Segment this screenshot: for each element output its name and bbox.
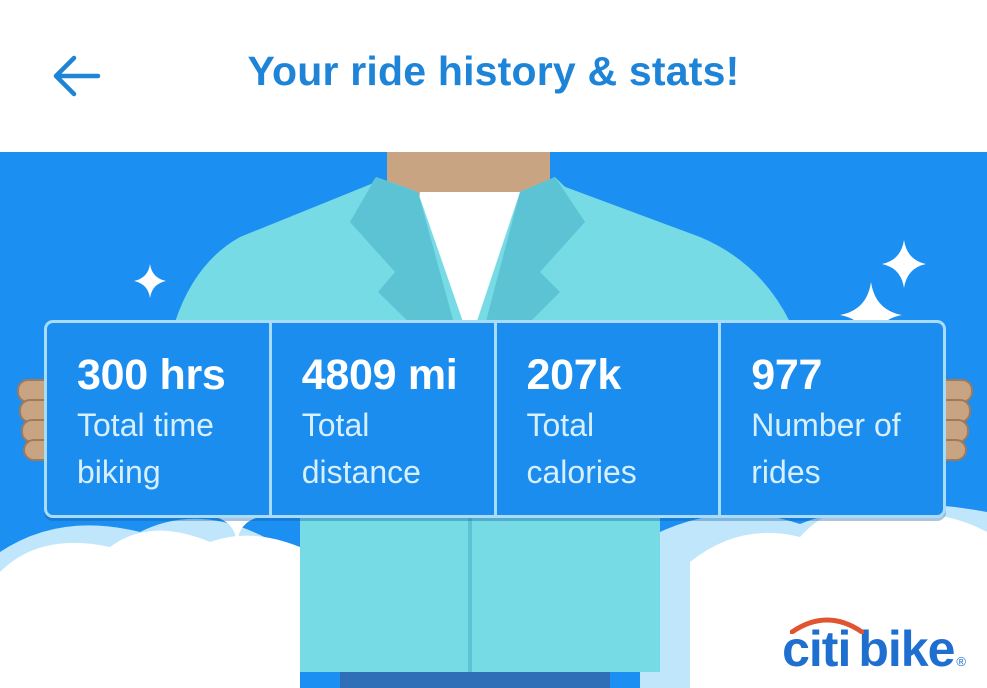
- citibike-logo: citi bike ®: [782, 617, 966, 677]
- stat-card-rides: 977 Number of rides: [718, 323, 943, 515]
- sparkle-icon: [882, 240, 926, 288]
- stat-value: 4809 mi: [301, 351, 458, 399]
- hero-illustration: 300 hrs Total time biking 4809 mi Total …: [0, 152, 987, 688]
- registered-mark: ®: [956, 654, 966, 669]
- stat-label: Total distance: [301, 407, 421, 490]
- stats-board: 300 hrs Total time biking 4809 mi Total …: [44, 320, 946, 518]
- stat-value: 977: [751, 351, 823, 399]
- stat-card-calories: 207k Total calories: [493, 323, 719, 515]
- stat-card-distance: 4809 mi Total distance: [268, 323, 494, 515]
- stat-card-time: 300 hrs Total time biking: [47, 323, 269, 515]
- logo-bike: bike: [858, 621, 955, 677]
- logo-arc-icon: [790, 617, 865, 634]
- stat-value: 300 hrs: [77, 351, 226, 399]
- stat-label: Total calories: [526, 407, 637, 490]
- page-title: Your ride history & stats!: [247, 48, 740, 94]
- sparkle-icon: [134, 264, 166, 298]
- app-header: Your ride history & stats!: [0, 0, 987, 152]
- stat-value: 207k: [526, 351, 622, 399]
- stat-label: Total time biking: [77, 407, 214, 490]
- stat-label: Number of rides: [751, 407, 901, 490]
